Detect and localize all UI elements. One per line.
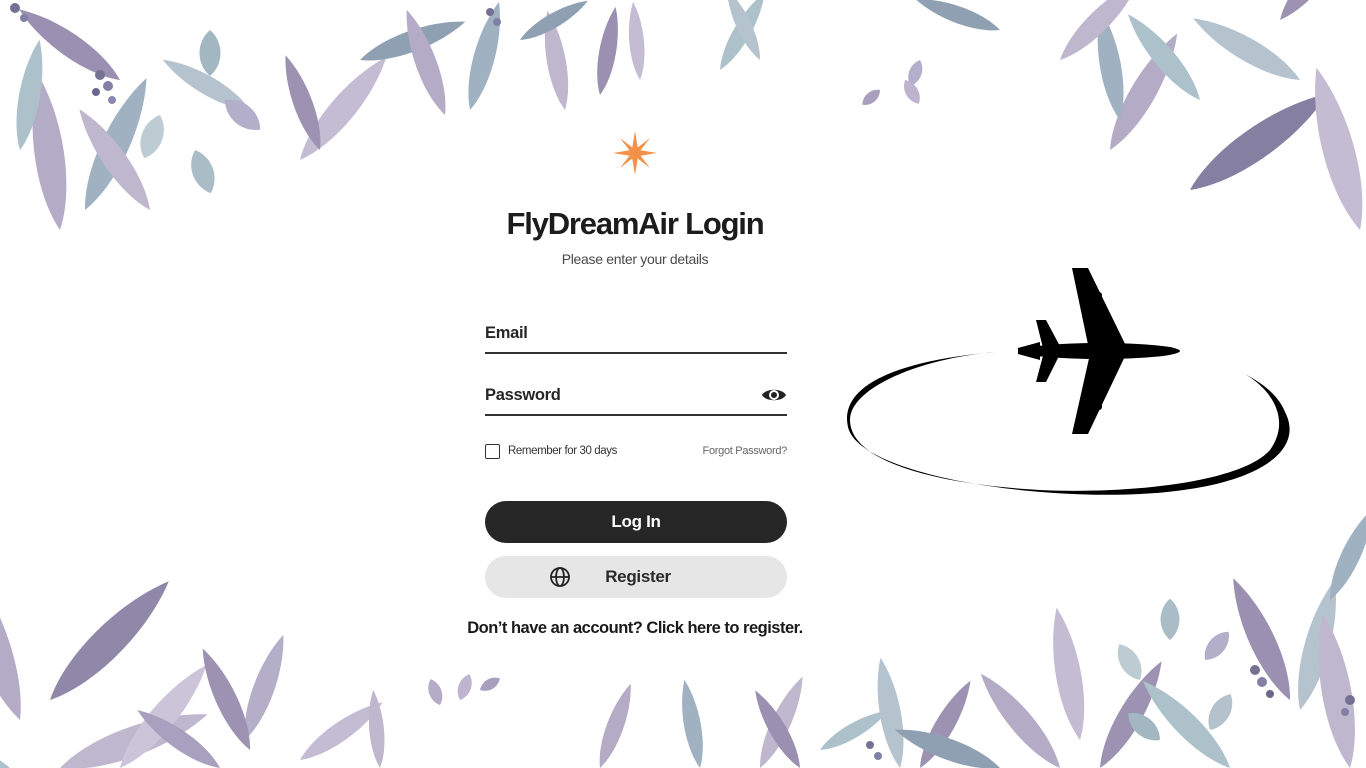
airplane-logo: [847, 268, 1290, 495]
star-icon: [613, 131, 657, 175]
remember-label: Remember for 30 days: [508, 445, 617, 457]
register-label: Register: [605, 567, 671, 586]
forgot-password-link[interactable]: Forgot Password?: [703, 445, 788, 457]
login-button[interactable]: Log In: [485, 501, 787, 543]
register-link[interactable]: Don’t have an account? Click here to reg…: [0, 619, 1270, 638]
airplane-icon: [1018, 268, 1180, 434]
eye-icon[interactable]: [761, 386, 787, 404]
email-field[interactable]: Email: [485, 314, 787, 354]
password-label: Password: [485, 385, 561, 404]
page-title: FlyDreamAir Login: [506, 206, 765, 241]
email-label: Email: [485, 323, 528, 342]
register-button[interactable]: Register: [485, 556, 787, 598]
remember-checkbox[interactable]: [485, 443, 500, 459]
login-options: Remember for 30 days Forgot Password?: [485, 442, 787, 460]
password-field[interactable]: Password: [485, 376, 787, 416]
orbit-ring: [847, 352, 1290, 495]
remember-me[interactable]: Remember for 30 days: [485, 443, 617, 459]
